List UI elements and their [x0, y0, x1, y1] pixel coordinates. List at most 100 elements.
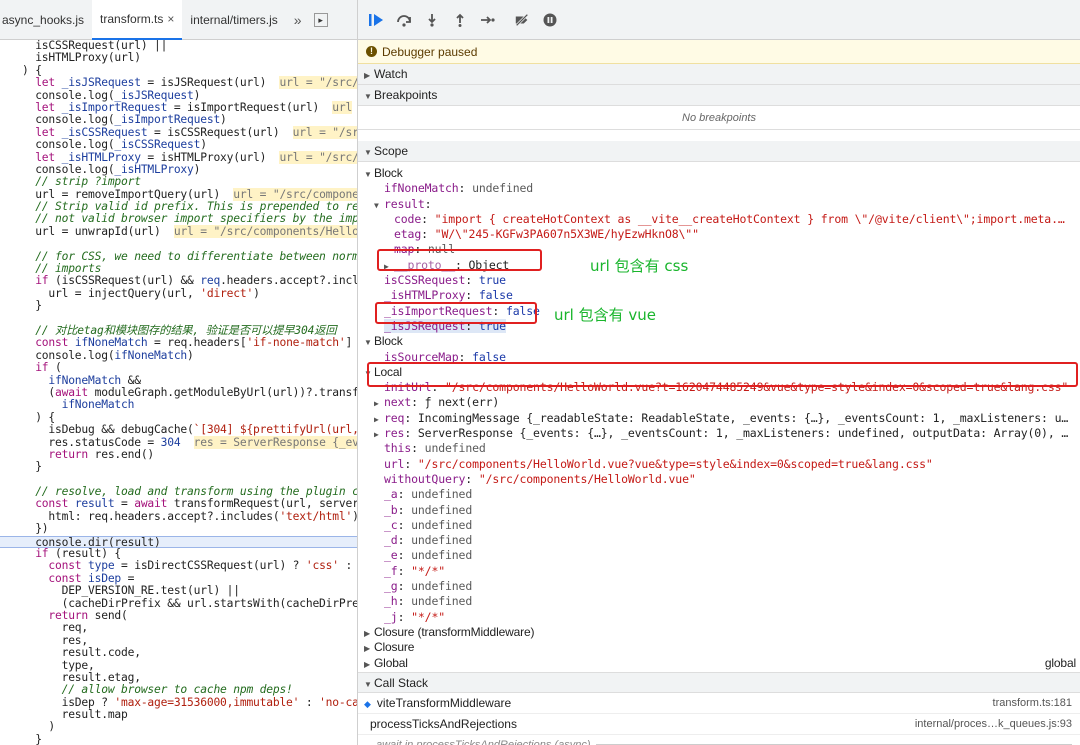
code-token: let	[22, 150, 62, 164]
code-token: = isDirectCSSRequest(url) ?	[114, 559, 306, 573]
inline-value[interactable]: url	[332, 100, 352, 114]
current-frame-icon: ◆	[364, 698, 371, 709]
code-token: 'css'	[305, 559, 339, 573]
code-token: res,	[22, 633, 89, 647]
code-token: `[304] ${prettifyUrl(url,	[193, 423, 358, 437]
breakpoints-section-header[interactable]: ▼ Breakpoints	[358, 85, 1080, 106]
call-frame-name: processTicksAndRejections	[370, 716, 517, 731]
code-token: return	[22, 608, 95, 622]
close-icon[interactable]: ×	[167, 0, 174, 39]
code-token: isDebug && debugCache(	[22, 423, 194, 437]
scope-group-label: Closure (transformMiddleware)	[374, 624, 535, 639]
inline-value[interactable]: url = "/src/components/Hello	[173, 224, 357, 238]
scope-separator: :	[404, 456, 418, 471]
code-token: )	[253, 286, 260, 300]
scope-separator: :	[465, 471, 479, 486]
expand-arrow-icon[interactable]: ▶	[374, 396, 384, 410]
tab-async-hooks[interactable]: async_hooks.js	[0, 0, 92, 40]
scope-variable[interactable]: ▼ result:	[358, 197, 1080, 212]
expand-arrow-icon[interactable]: ▶	[364, 641, 374, 655]
code-token: moduleGraph.getModuleByUrl(url))?.transf	[94, 385, 358, 399]
section-title: Scope	[374, 144, 409, 158]
tab-internal-timers[interactable]: internal/timers.js	[182, 0, 285, 40]
inline-value[interactable]: res = ServerResponse {_ev	[193, 435, 357, 449]
scope-variable[interactable]: ▶ res: ServerResponse {_events: {…}, _eve…	[358, 426, 1080, 441]
scope-value: undefined	[411, 487, 473, 502]
expand-arrow-icon[interactable]: ▶	[374, 427, 384, 441]
scope-variable: _j: "*/*"	[358, 610, 1080, 625]
code-token: 'max-age=31536000,immutable'	[114, 695, 300, 709]
scope-variable[interactable]: ▶ req: IncomingMessage {_readableState: R…	[358, 411, 1080, 426]
tab-transform[interactable]: transform.ts ×	[92, 0, 183, 40]
code-token: .headers.accept?.incl	[220, 274, 358, 288]
scope-group-type: global	[1044, 655, 1076, 670]
scope-key: _b	[384, 502, 398, 517]
scope-section-header[interactable]: ▼ Scope	[358, 141, 1080, 162]
annotation-box-css	[377, 249, 542, 271]
section-title: Breakpoints	[374, 88, 438, 102]
step-over-icon[interactable]	[396, 12, 412, 28]
expand-arrow-icon[interactable]: ▶	[364, 626, 374, 640]
code-token: (isCSSRequest(url) &&	[55, 274, 201, 288]
call-frame-location[interactable]: internal/proces…k_queues.js:93	[915, 714, 1072, 734]
scope-group[interactable]: ▼ Block	[358, 166, 1080, 181]
scope-separator: :	[411, 441, 425, 456]
inline-value[interactable]: url = "/src/	[279, 150, 357, 164]
scope-separator: :	[424, 196, 439, 211]
code-token: =	[121, 571, 135, 585]
expand-arrow-icon[interactable]: ▶	[374, 412, 384, 426]
toggle-debugger-icon[interactable]: ▸	[313, 12, 328, 27]
code-token: const	[22, 497, 75, 511]
inline-value[interactable]: url = "/src/	[279, 76, 357, 90]
code-line: )	[0, 721, 357, 733]
step-icon[interactable]	[480, 12, 496, 28]
code-token: DEP_VERSION_RE.test(url) ||	[22, 584, 240, 598]
call-frame-location[interactable]: transform.ts:181	[993, 693, 1072, 713]
code-token: console.log(	[22, 113, 115, 127]
section-title: Call Stack	[374, 675, 429, 690]
inline-value[interactable]: url = "/src/	[292, 125, 357, 139]
more-tabs-button[interactable]: »	[286, 0, 310, 40]
scope-group[interactable]: ▼ Block	[358, 334, 1080, 349]
code-token: isDep ?	[22, 695, 115, 709]
scope-key: _a	[384, 487, 398, 502]
step-out-icon[interactable]	[452, 12, 468, 28]
code-editor[interactable]: isCSSRequest(url) || isHTMLProxy(url)) {…	[0, 40, 358, 745]
collapse-arrow-icon[interactable]: ▼	[364, 335, 374, 349]
paused-label: Debugger paused	[382, 44, 478, 59]
scope-group[interactable]: ▶ Closure	[358, 640, 1080, 655]
code-token: transformRequest(url, server	[173, 497, 358, 511]
step-into-icon[interactable]	[424, 12, 440, 28]
pause-on-exceptions-icon[interactable]	[542, 12, 558, 28]
code-token: (cacheDirPrefix && url.startsWith(cacheD…	[22, 596, 358, 610]
code-token: = isCSSRequest(url)	[147, 125, 293, 139]
annotation-note-css: url 包含有 css	[590, 257, 689, 275]
call-frame[interactable]: processTicksAndRejections internal/proces…	[358, 714, 1080, 735]
scope-variable[interactable]: ▶ next: ƒ next(err)	[358, 395, 1080, 410]
code-token: (result) {	[55, 547, 122, 561]
code-line: html: req.headers.accept?.includes('text…	[0, 510, 357, 523]
code-token: // not valid browser import specifiers b…	[22, 212, 358, 226]
scope-value: false	[478, 288, 513, 303]
collapse-arrow-icon[interactable]: ▼	[374, 198, 384, 212]
code-token: url = removeImportQuery(url)	[22, 187, 234, 201]
resume-icon[interactable]	[368, 12, 384, 28]
scope-variable: _d: undefined	[358, 533, 1080, 548]
collapse-arrow-icon[interactable]: ▼	[364, 167, 374, 181]
expand-arrow-icon[interactable]: ▶	[364, 657, 374, 671]
watch-section-header[interactable]: ▶ Watch	[358, 64, 1080, 85]
scope-group[interactable]: ▶ Global global	[358, 656, 1080, 671]
code-token: console.log(	[22, 138, 115, 152]
code-token: ifNoneMatch	[22, 373, 122, 387]
code-token: return	[22, 447, 95, 461]
call-stack-section-header[interactable]: ▼ Call Stack	[358, 671, 1080, 693]
inline-value[interactable]: url = "/src/compone	[233, 187, 357, 201]
scope-key: _isHTMLProxy	[384, 288, 466, 303]
code-token: res.statusCode =	[22, 435, 161, 449]
deactivate-breakpoints-icon[interactable]	[514, 12, 530, 28]
scope-separator: :	[465, 273, 479, 288]
code-token: result.map	[22, 708, 128, 722]
scope-value: "import { createHotContext as __vite__cr…	[434, 211, 1065, 226]
call-frame[interactable]: ◆ viteTransformMiddleware transform.ts:181	[358, 693, 1080, 714]
scope-group[interactable]: ▶ Closure (transformMiddleware)	[358, 625, 1080, 640]
